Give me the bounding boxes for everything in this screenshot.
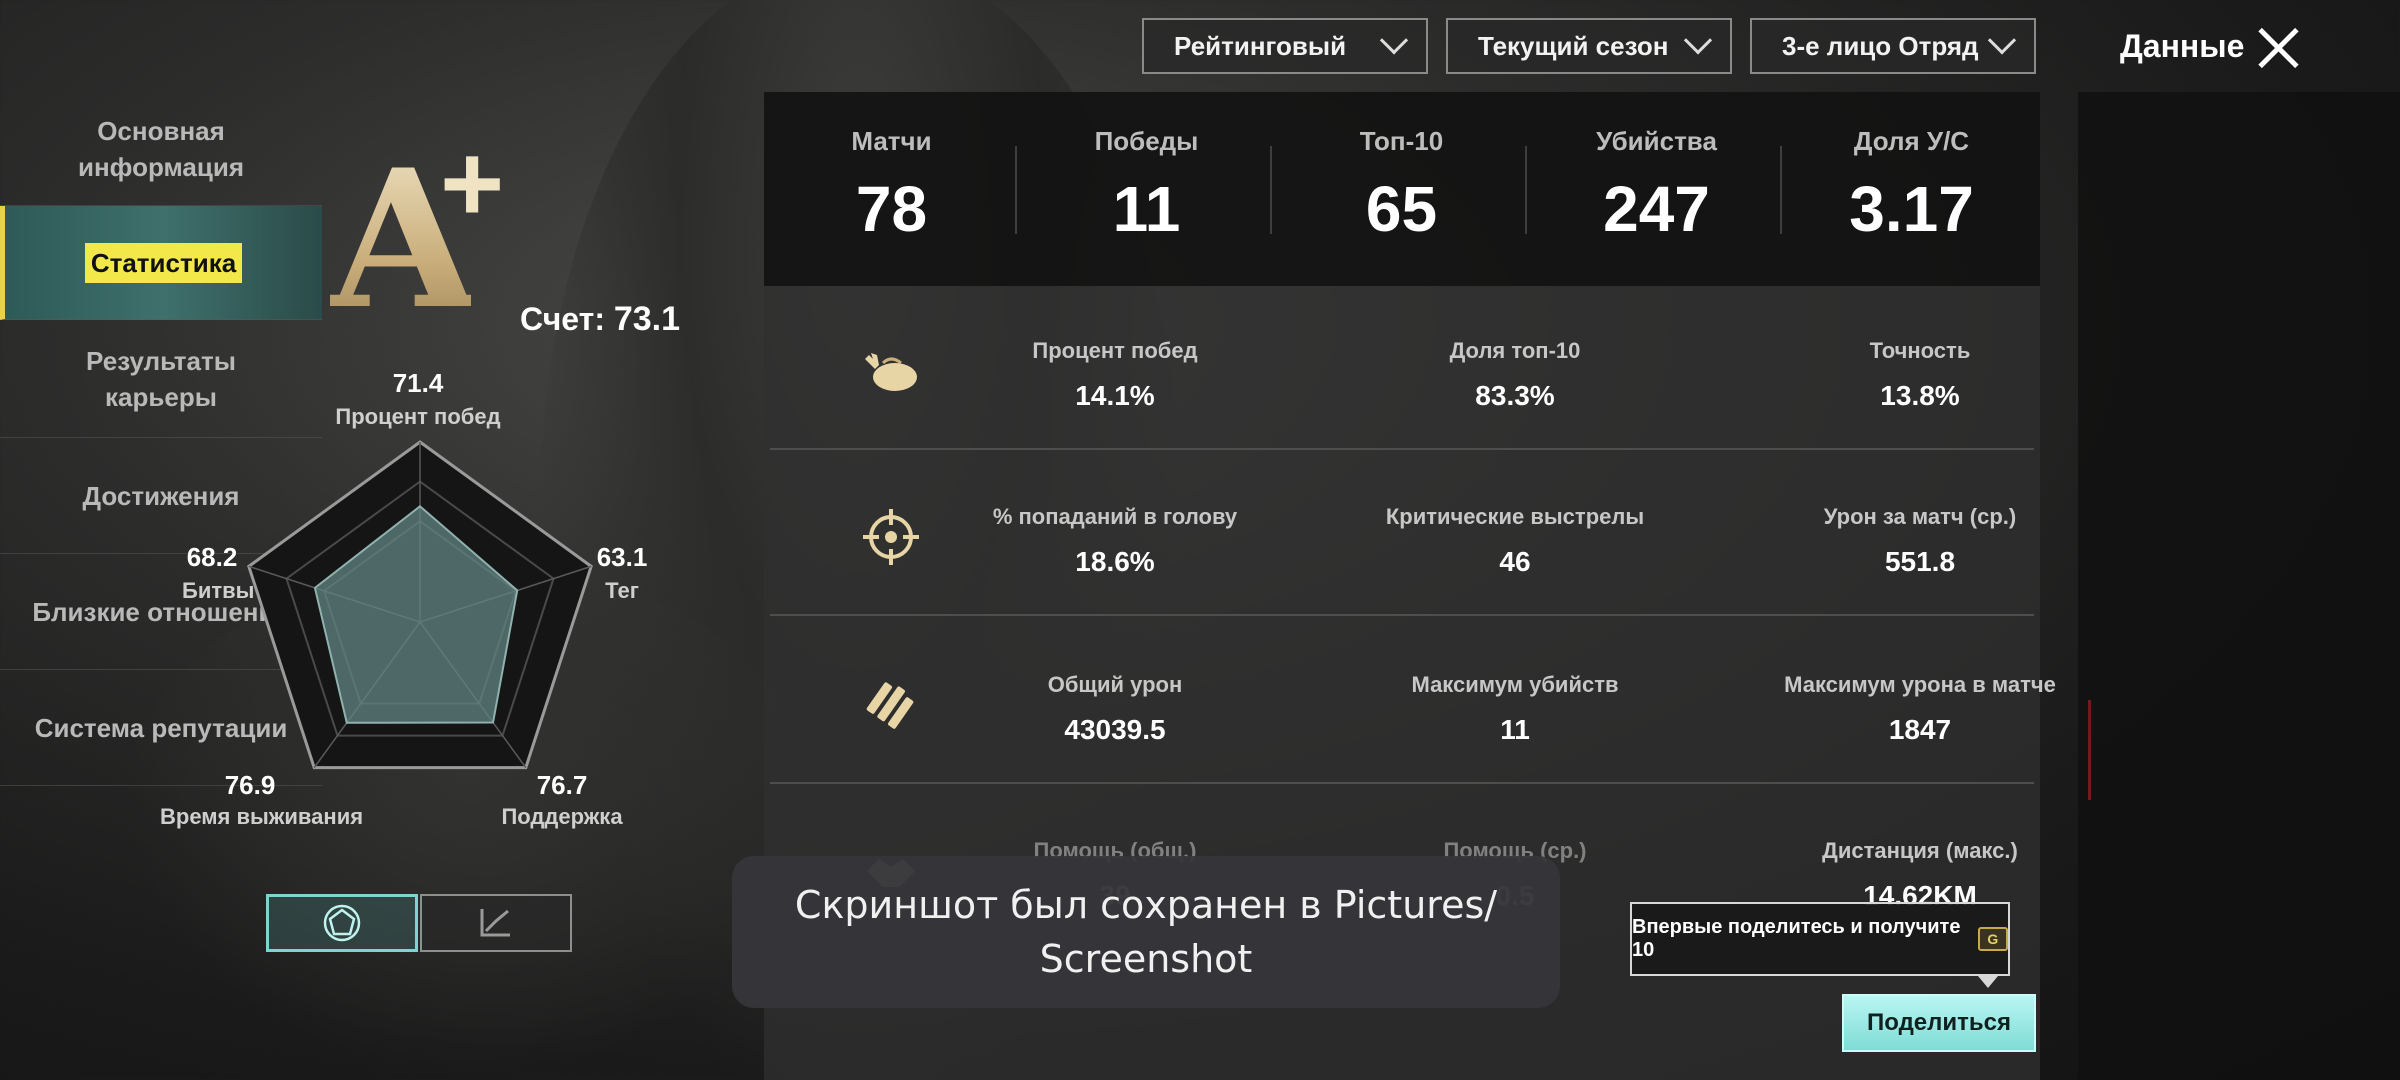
metric-value: 1847 — [1888, 714, 1952, 745]
screenshot-saved-toast: Скриншот был сохранен в Pictures/ Screen… — [732, 856, 1560, 1008]
stat-wins: Победы 11 — [1019, 92, 1274, 286]
radar-label-support: Поддержка — [501, 804, 623, 829]
close-icon[interactable] — [2252, 22, 2304, 74]
share-reward-tooltip: Впервые поделитесь и получите 10 G — [1630, 902, 2010, 988]
radar-value-support: 76.7 — [536, 770, 588, 800]
summary-panel: Матчи 78 Победы 11 Топ-10 65 Убийства 24… — [764, 92, 2040, 286]
mode-dropdown[interactable]: Рейтинговый — [1142, 18, 1428, 74]
chevron-down-icon — [1379, 26, 1409, 55]
divider — [1525, 146, 1527, 234]
metric-value: 11 — [1500, 714, 1530, 745]
metric-value: 551.8 — [1884, 546, 1956, 577]
metric-value: 46 — [1499, 546, 1531, 577]
stat-value: 11 — [1112, 173, 1181, 245]
coin-icon: G — [1977, 927, 2008, 951]
metric-label: Доля топ-10 — [1449, 338, 1581, 363]
metric-label: Максимум урона в матче — [1784, 672, 2056, 697]
season-dropdown-label: Текущий сезон — [1478, 30, 1669, 61]
sidebar-item-label: Статистика — [84, 242, 243, 283]
radar-value-tag: 63.1 — [596, 542, 648, 572]
radar-label-tag: Тег — [605, 578, 639, 603]
line-chart-view-toggle[interactable] — [420, 894, 572, 952]
metric-value: 18.6% — [1075, 546, 1155, 577]
share-button[interactable]: Поделиться — [1842, 994, 2036, 1052]
stat-value: 65 — [1365, 173, 1438, 245]
stat-label: Убийства — [1596, 126, 1717, 156]
team-dropdown[interactable]: 3-е лицо Отряд — [1750, 18, 2036, 74]
team-dropdown-label: 3-е лицо Отряд — [1782, 30, 1979, 61]
sidebar-accent-line — [2088, 700, 2091, 800]
stat-top10: Топ-10 65 — [1274, 92, 1529, 286]
toast-text: Скриншот был сохранен в Pictures/ Screen… — [794, 883, 1498, 981]
season-dropdown[interactable]: Текущий сезон — [1446, 18, 1732, 74]
chevron-down-icon — [1987, 26, 2017, 55]
divider — [1015, 146, 1017, 234]
mode-dropdown-label: Рейтинговый — [1174, 30, 1347, 61]
metric-value: 14.1% — [1075, 380, 1155, 411]
radar-label-survival: Время выживания — [160, 804, 364, 829]
stat-value: 3.17 — [1849, 173, 1974, 245]
chevron-down-icon — [1683, 26, 1713, 55]
score-label: Счет: — [520, 301, 605, 337]
metric-value: 83.3% — [1475, 380, 1555, 411]
metric-label: Точность — [1869, 338, 1971, 363]
row-divider — [770, 448, 2034, 450]
stat-label: Победы — [1094, 126, 1199, 156]
stat-value: 78 — [855, 173, 928, 245]
radar-view-toggle[interactable] — [266, 894, 418, 952]
line-chart-icon — [480, 909, 510, 937]
metric-value: 43039.5 — [1064, 714, 1166, 745]
crosshair-icon — [856, 502, 926, 572]
metric-label: % попаданий в голову — [992, 504, 1238, 529]
sidebar — [2078, 92, 2400, 1080]
chicken-icon — [856, 336, 926, 406]
metric-value: 13.8% — [1880, 380, 1960, 411]
stat-label: Матчи — [851, 126, 932, 156]
row-divider — [770, 614, 2034, 616]
radar-value-battles: 68.2 — [186, 542, 238, 572]
radar-label-battles: Битвы — [182, 578, 255, 603]
stat-label: Топ-10 — [1359, 126, 1444, 156]
metric-label: Максимум убийств — [1411, 672, 1619, 697]
ammo-icon — [856, 670, 926, 740]
divider — [1270, 146, 1272, 234]
sidebar-item-basic-info[interactable]: Основная информация — [0, 92, 322, 206]
stat-matches: Матчи 78 — [764, 92, 1019, 286]
metric-label: Общий урон — [1047, 672, 1183, 697]
radar-value-winrate: 71.4 — [392, 368, 444, 398]
metric-label: Процент побед — [1032, 338, 1198, 363]
metric-label: Дистанция (макс.) — [1822, 838, 2018, 863]
stat-label: Доля У/С — [1853, 126, 1970, 156]
sidebar-item-statistics[interactable]: Статистика — [0, 206, 322, 320]
grade-modifier: + — [440, 122, 505, 245]
score: Счет: 73.1 — [520, 300, 680, 339]
stat-kills: Убийства 247 — [1529, 92, 1784, 286]
metric-label: Критические выстрелы — [1385, 504, 1645, 529]
score-value: 73.1 — [613, 300, 681, 338]
pentagon-icon — [323, 904, 361, 942]
divider — [1780, 146, 1782, 234]
page-title: Данные — [2120, 28, 2245, 64]
metric-label: Урон за матч (ср.) — [1823, 504, 2017, 529]
radar-label-winrate: Процент побед — [335, 404, 501, 429]
stat-kd: Доля У/С 3.17 — [1784, 92, 2039, 286]
share-button-label: Поделиться — [1866, 1009, 2012, 1036]
radar-value-survival: 76.9 — [224, 770, 276, 800]
stat-value: 247 — [1603, 173, 1710, 245]
sidebar-item-label: Основная информация — [77, 115, 244, 182]
share-tip-text: Впервые поделитесь и получите 10 — [1632, 916, 1961, 961]
row-divider — [770, 782, 2034, 784]
